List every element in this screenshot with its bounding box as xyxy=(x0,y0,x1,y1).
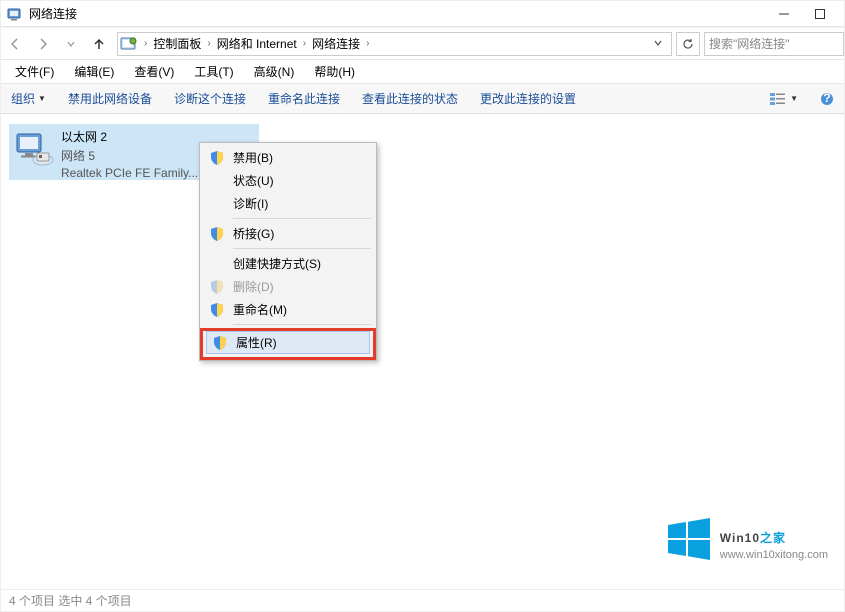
watermark: Win10之家 www.win10xitong.com xyxy=(664,515,828,563)
help-icon: ? xyxy=(820,92,834,106)
shield-icon xyxy=(209,150,225,166)
titlebar: 网络连接 xyxy=(1,1,844,27)
ctx-status-label: 状态(U) xyxy=(233,172,274,189)
watermark-brand: Win10之家 xyxy=(720,518,828,549)
disable-device-button[interactable]: 禁用此网络设备 xyxy=(64,87,156,110)
diagnose-connection-button[interactable]: 诊断这个连接 xyxy=(170,87,250,110)
ctx-rename-label: 重命名(M) xyxy=(233,301,287,318)
ctx-properties[interactable]: 属性(R) xyxy=(206,331,370,354)
adapter-device: Realtek PCIe FE Family... xyxy=(61,166,198,180)
breadcrumb-sep-icon: › xyxy=(203,38,214,49)
organize-menu[interactable]: 组织 ▼ xyxy=(7,87,50,110)
menu-bar: 文件(F) 编辑(E) 查看(V) 工具(T) 高级(N) 帮助(H) xyxy=(1,60,844,84)
window-title: 网络连接 xyxy=(29,5,77,22)
adapter-name: 以太网 2 xyxy=(61,128,198,145)
ctx-separator xyxy=(233,218,371,219)
ctx-delete-label: 删除(D) xyxy=(233,278,274,295)
control-panel-icon xyxy=(120,35,138,53)
ctx-create-shortcut[interactable]: 创建快捷方式(S) xyxy=(203,252,373,275)
shield-icon xyxy=(209,279,225,295)
recent-dropdown[interactable] xyxy=(57,27,85,60)
ctx-bridge-label: 桥接(G) xyxy=(233,225,274,242)
minimize-button[interactable] xyxy=(766,1,802,27)
list-view-icon xyxy=(769,92,787,106)
help-button[interactable]: ? xyxy=(816,90,838,108)
context-menu: 禁用(B) 状态(U) 诊断(I) 桥接(G) 创建快捷方式(S) 删除(D) … xyxy=(199,142,377,361)
chevron-down-icon: ▼ xyxy=(790,94,798,103)
highlighted-region: 属性(R) xyxy=(200,328,376,360)
ctx-separator xyxy=(233,248,371,249)
windows-logo-icon xyxy=(664,515,712,563)
breadcrumb-sep-icon: › xyxy=(299,38,310,49)
ctx-disable[interactable]: 禁用(B) xyxy=(203,146,373,169)
svg-text:?: ? xyxy=(823,92,830,105)
shield-icon xyxy=(209,302,225,318)
status-text: 4 个项目 选中 4 个项目 xyxy=(9,592,132,609)
up-button[interactable] xyxy=(85,27,113,60)
menu-view[interactable]: 查看(V) xyxy=(124,60,184,83)
ethernet-adapter-icon xyxy=(15,130,55,170)
ctx-delete: 删除(D) xyxy=(203,275,373,298)
ctx-disable-label: 禁用(B) xyxy=(233,149,273,166)
chevron-down-icon: ▼ xyxy=(38,94,46,103)
status-bar: 4 个项目 选中 4 个项目 xyxy=(1,589,844,611)
search-input[interactable]: 搜索"网络连接" xyxy=(704,32,844,56)
address-bar[interactable]: › 控制面板 › 网络和 Internet › 网络连接 › xyxy=(117,32,672,56)
ctx-status[interactable]: 状态(U) xyxy=(203,169,373,192)
ctx-shortcut-label: 创建快捷方式(S) xyxy=(233,255,321,272)
ctx-diagnose[interactable]: 诊断(I) xyxy=(203,192,373,215)
address-dropdown-button[interactable] xyxy=(647,37,669,51)
ctx-diagnose-label: 诊断(I) xyxy=(233,195,268,212)
content-area: 以太网 2 网络 5 Realtek PCIe FE Family... 禁用(… xyxy=(1,114,844,589)
breadcrumb-sep-icon: › xyxy=(362,38,373,49)
shield-icon xyxy=(209,226,225,242)
ctx-properties-label: 属性(R) xyxy=(236,334,277,351)
refresh-button[interactable] xyxy=(676,32,700,56)
menu-file[interactable]: 文件(F) xyxy=(5,60,64,83)
rename-connection-button[interactable]: 重命名此连接 xyxy=(264,87,344,110)
menu-help[interactable]: 帮助(H) xyxy=(304,60,365,83)
organize-label: 组织 xyxy=(11,90,35,107)
breadcrumb-control-panel[interactable]: 控制面板 xyxy=(151,33,203,54)
breadcrumb-sep-icon: › xyxy=(140,38,151,49)
forward-button[interactable] xyxy=(29,27,57,60)
adapter-labels: 以太网 2 网络 5 Realtek PCIe FE Family... xyxy=(61,128,198,176)
command-bar: 组织 ▼ 禁用此网络设备 诊断这个连接 重命名此连接 查看此连接的状态 更改此连… xyxy=(1,84,844,114)
menu-edit[interactable]: 编辑(E) xyxy=(64,60,124,83)
shield-icon xyxy=(212,335,228,351)
breadcrumb-network-connections[interactable]: 网络连接 xyxy=(310,33,362,54)
menu-advanced[interactable]: 高级(N) xyxy=(244,60,305,83)
change-settings-button[interactable]: 更改此连接的设置 xyxy=(476,87,580,110)
maximize-button[interactable] xyxy=(802,1,838,27)
menu-tools[interactable]: 工具(T) xyxy=(184,60,243,83)
breadcrumb-network-internet[interactable]: 网络和 Internet xyxy=(215,33,299,54)
adapter-network: 网络 5 xyxy=(61,147,198,164)
navigation-bar: › 控制面板 › 网络和 Internet › 网络连接 › 搜索"网络连接" xyxy=(1,27,844,60)
brand-part1: Win10 xyxy=(720,531,760,545)
network-connections-icon xyxy=(7,6,23,22)
back-button[interactable] xyxy=(1,27,29,60)
ctx-rename[interactable]: 重命名(M) xyxy=(203,298,373,321)
ctx-bridge[interactable]: 桥接(G) xyxy=(203,222,373,245)
watermark-url: www.win10xitong.com xyxy=(720,549,828,561)
ctx-separator xyxy=(233,324,371,325)
brand-part2: 之家 xyxy=(760,531,786,545)
view-options-button[interactable]: ▼ xyxy=(765,90,802,108)
view-status-button[interactable]: 查看此连接的状态 xyxy=(358,87,462,110)
